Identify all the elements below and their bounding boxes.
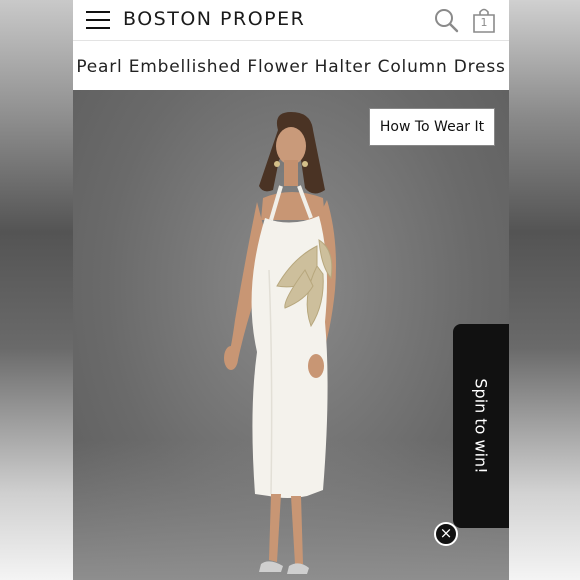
model-image xyxy=(224,112,336,574)
shopping-bag-icon[interactable]: 1 xyxy=(471,6,497,34)
bag-count: 1 xyxy=(480,16,488,29)
brand-logo[interactable]: BOSTON PROPER xyxy=(123,8,305,30)
how-to-wear-label: How To Wear It xyxy=(379,119,485,135)
close-icon[interactable]: × xyxy=(434,522,458,546)
spin-to-win-label: Spin to win! xyxy=(471,378,491,474)
spin-to-win-tab[interactable]: Spin to win! xyxy=(453,324,509,528)
top-navigation-bar: BOSTON PROPER 1 xyxy=(73,0,509,41)
hamburger-menu-icon[interactable] xyxy=(86,11,110,29)
product-photo[interactable]: How To Wear It Spin to win! × xyxy=(73,90,509,580)
search-icon[interactable] xyxy=(433,7,459,33)
product-title-bar: Pearl Embellished Flower Halter Column D… xyxy=(73,41,509,90)
right-blurred-background xyxy=(509,0,580,580)
product-title: Pearl Embellished Flower Halter Column D… xyxy=(76,57,506,77)
phone-screen: BOSTON PROPER 1 Pearl Embellished Flower… xyxy=(73,0,509,580)
how-to-wear-button[interactable]: How To Wear It xyxy=(369,108,495,146)
left-blurred-background xyxy=(0,0,73,580)
